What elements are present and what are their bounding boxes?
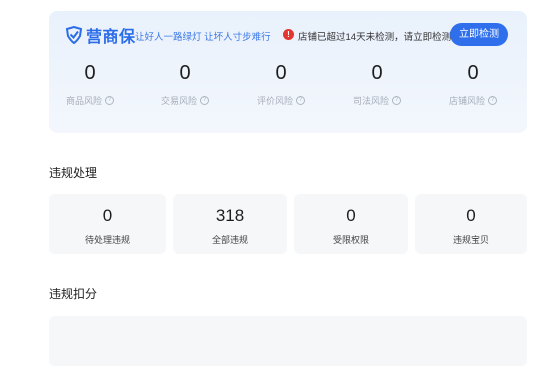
violation-value: 0 [466,206,476,225]
question-circle-icon[interactable]: ? [296,96,305,105]
metric-value: 0 [371,62,383,84]
metric-trade-risk[interactable]: 0 交易风险? [137,61,233,107]
violation-card-items[interactable]: 0 违规宝贝 [415,194,527,254]
shield-check-icon [65,26,83,44]
alert-message: 店铺已超过14天未检测，请立即检测 [298,32,452,43]
exclamation-icon: ! [283,29,294,40]
violation-label: 全部违规 [211,235,248,245]
violation-label: 违规宝贝 [452,235,489,245]
check-now-button[interactable]: 立即检测 [450,23,508,46]
metric-label: 司法风险 [352,96,389,106]
violation-card-pending[interactable]: 0 待处理违规 [49,194,166,254]
metric-label: 店铺风险 [448,96,485,106]
deduction-card [49,316,527,366]
violation-card-restricted[interactable]: 0 受限权限 [294,194,408,254]
metric-legal-risk[interactable]: 0 司法风险? [329,61,425,107]
brand-logo: 营商保 [65,24,136,46]
brand-name: 营商保 [86,29,136,46]
brand-slogan: 让好人一路绿灯 让坏人寸步难行 [135,32,271,43]
question-circle-icon[interactable]: ? [105,96,114,105]
metric-value: 0 [275,62,287,84]
metric-label: 评价风险 [256,96,293,106]
violation-value: 0 [346,206,356,225]
metric-value: 0 [84,62,96,84]
metric-label: 商品风险 [65,96,102,106]
metric-value: 0 [467,62,479,84]
question-circle-icon[interactable]: ? [488,96,497,105]
deduction-section-title: 违规扣分 [49,287,98,301]
metric-store-risk[interactable]: 0 店铺风险? [425,61,521,107]
violation-section-title: 违规处理 [49,166,98,180]
question-circle-icon[interactable]: ? [392,96,401,105]
metric-label: 交易风险 [160,96,197,106]
metric-review-risk[interactable]: 0 评价风险? [233,61,329,107]
violation-card-all[interactable]: 318 全部违规 [173,194,287,254]
violation-value: 318 [215,206,245,225]
question-circle-icon[interactable]: ? [200,96,209,105]
metric-value: 0 [179,62,191,84]
risk-overview-card: 营商保 让好人一路绿灯 让坏人寸步难行 ! 店铺已超过14天未检测，请立即检测 … [49,11,527,133]
violation-label: 待处理违规 [84,235,130,245]
violation-value: 0 [102,206,113,225]
violation-label: 受限权限 [332,235,369,245]
risk-card-header: 营商保 让好人一路绿灯 让坏人寸步难行 ! 店铺已超过14天未检测，请立即检测 … [49,11,527,57]
metric-product-risk[interactable]: 0 商品风险? [42,61,138,107]
